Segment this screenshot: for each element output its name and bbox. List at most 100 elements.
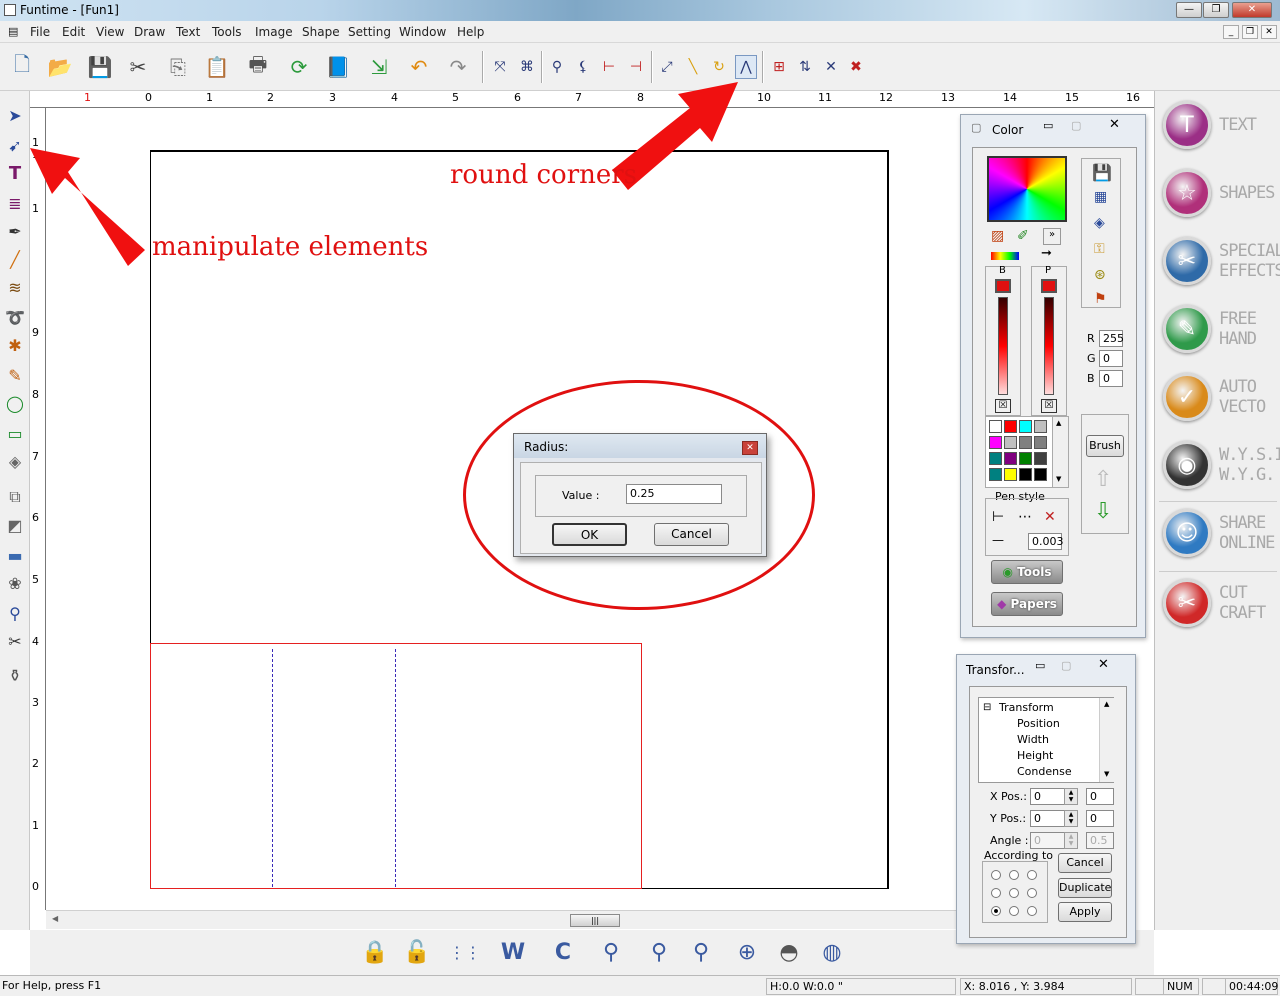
palette-scrollbar[interactable]: ▲ ▼ [1052,417,1068,487]
feature-button-label[interactable]: SPECIAL EFFECTS [1219,241,1280,281]
center-icon[interactable]: C [546,935,580,969]
web-icon[interactable]: ⊕ [730,935,764,969]
feature-button-icon[interactable]: ◉ [1163,441,1211,489]
anchor-radio[interactable] [991,888,1001,898]
brush-color-swatch[interactable] [995,279,1011,293]
angle-spinner[interactable]: ▲ ▼ [1064,832,1078,849]
feature-button-icon[interactable]: ☺ [1163,509,1211,557]
scroll-left-icon[interactable]: ◀ [52,914,58,923]
color-swatch[interactable] [1004,420,1017,433]
solid-line-icon[interactable]: ⊢ [992,509,1004,525]
gradient-icon[interactable]: ▨ [991,228,1004,244]
color-swatch[interactable] [1019,452,1032,465]
color-swatch[interactable] [1004,468,1017,481]
scroll-up-icon[interactable]: ▲ [1104,700,1109,708]
zoom-previous-icon[interactable]: ⚲ [594,935,628,969]
arrow-down-icon[interactable]: ⇩ [1094,499,1112,524]
g-value-input[interactable]: 0 [1099,350,1123,367]
ypos-spinner[interactable]: ▲ ▼ [1064,810,1078,827]
color-swatch[interactable] [1019,436,1032,449]
panel-minimize-button[interactable]: ▭ [1035,659,1045,672]
color-swatch[interactable] [989,420,1002,433]
color-swatch[interactable] [989,452,1002,465]
feature-button-label[interactable]: TEXT [1219,115,1257,135]
key-icon[interactable]: ⚿ [1094,241,1105,257]
feature-button-icon[interactable]: ✂ [1163,579,1211,627]
color-swatch[interactable] [1034,468,1047,481]
dome-icon[interactable]: ◓ [772,935,806,969]
feature-button-icon[interactable]: T [1163,101,1211,149]
brush-none-icon[interactable]: ☒ [995,399,1011,413]
dialog-close-button[interactable]: ✕ [742,441,758,455]
lock-icon[interactable]: 🔒 [358,935,392,969]
xpos-input-2[interactable]: 0 [1086,788,1114,805]
anchor-radio-selected[interactable] [991,906,1001,916]
feature-button-label[interactable]: AUTO VECTO [1219,377,1266,417]
papers-button[interactable]: ◆ Papers [991,592,1063,616]
scroll-down-icon[interactable]: ▼ [1056,475,1061,483]
panel-close-button[interactable]: ✕ [1098,657,1109,672]
r-value-input[interactable]: 255 [1099,330,1124,347]
tools-button[interactable]: ◉ Tools [991,560,1063,584]
radius-value-input[interactable]: 0.25 [626,484,722,504]
panel-restore-button[interactable]: ▢ [1071,119,1081,132]
pen-color-swatch[interactable] [1041,279,1057,293]
dotted-line-icon[interactable]: ⋯ [1018,509,1032,525]
ok-button[interactable]: OK [552,523,627,546]
panel-minimize-button[interactable]: ▭ [1043,119,1053,132]
feature-button-icon[interactable]: ✂ [1163,237,1211,285]
panel-close-button[interactable]: ✕ [1109,117,1120,132]
anchor-radio[interactable] [1009,870,1019,880]
horizontal-scrollbar[interactable]: ◀ ||| [46,910,956,929]
zoom-selection-icon[interactable]: ⚲ [642,935,676,969]
color-swatch[interactable] [1019,420,1032,433]
anchor-radio[interactable] [1009,906,1019,916]
panel-restore-button[interactable]: ▢ [1061,659,1071,672]
anchor-radio[interactable] [1027,906,1037,916]
palette-grid-icon[interactable]: ▦ [1094,189,1107,205]
anchor-radio[interactable] [1027,870,1037,880]
color-swatch[interactable] [1019,468,1032,481]
anchor-radio[interactable] [1009,888,1019,898]
fill-bucket-icon[interactable]: ◈ [1094,215,1105,231]
color-swatch[interactable] [989,436,1002,449]
feature-button-icon[interactable]: ✎ [1163,305,1211,353]
feature-button-label[interactable]: SHAPES [1219,183,1275,203]
no-line-icon[interactable]: ✕ [1044,509,1056,525]
feature-button-icon[interactable]: ✓ [1163,373,1211,421]
brush-button[interactable]: Brush [1086,435,1124,457]
tree-item-transform[interactable]: Transform [999,701,1054,714]
pen-none-icon[interactable]: ☒ [1041,399,1057,413]
eyedropper-icon[interactable]: ✐ [1017,228,1029,244]
b-value-input[interactable]: 0 [1099,370,1123,387]
anchor-radio[interactable] [1027,888,1037,898]
color-swatch[interactable] [1034,420,1047,433]
transform-cancel-button[interactable]: Cancel [1058,853,1112,873]
feature-button-label[interactable]: W.Y.S.I. W.Y.G. [1219,445,1280,485]
tree-scrollbar[interactable]: ▲ ▼ [1099,698,1114,782]
color-strip-icon[interactable] [991,252,1019,260]
tree-item-position[interactable]: Position [1017,717,1060,730]
angle-input-2[interactable]: 0.5 [1086,832,1114,849]
pen-width-input[interactable]: 0.003 [1028,533,1064,550]
scroll-thumb[interactable]: ||| [570,914,620,927]
feature-button-label[interactable]: SHARE ONLINE [1219,513,1275,553]
feature-button-icon[interactable]: ☆ [1163,169,1211,217]
tree-item-width[interactable]: Width [1017,733,1049,746]
feature-button-label[interactable]: FREE HAND [1219,309,1257,349]
scroll-up-icon[interactable]: ▲ [1056,419,1061,427]
pattern-icon[interactable]: ⊛ [1094,267,1106,283]
color-swatch[interactable] [1004,436,1017,449]
more-colors-button[interactable]: » [1043,228,1061,245]
grid-icon[interactable]: ⋮⋮ [448,935,482,969]
color-swatch[interactable] [1004,452,1017,465]
tree-item-height[interactable]: Height [1017,749,1053,762]
color-swatch[interactable] [989,468,1002,481]
save-palette-icon[interactable]: 💾 [1092,163,1112,182]
paint-icon[interactable]: ⚑ [1094,291,1107,307]
zoom-all-icon[interactable]: ⚲ [684,935,718,969]
arrow-right-icon[interactable]: ➞ [1041,246,1052,261]
feature-button-label[interactable]: CUT CRAFT [1219,583,1266,623]
ypos-input-2[interactable]: 0 [1086,810,1114,827]
color-swatch[interactable] [1034,436,1047,449]
